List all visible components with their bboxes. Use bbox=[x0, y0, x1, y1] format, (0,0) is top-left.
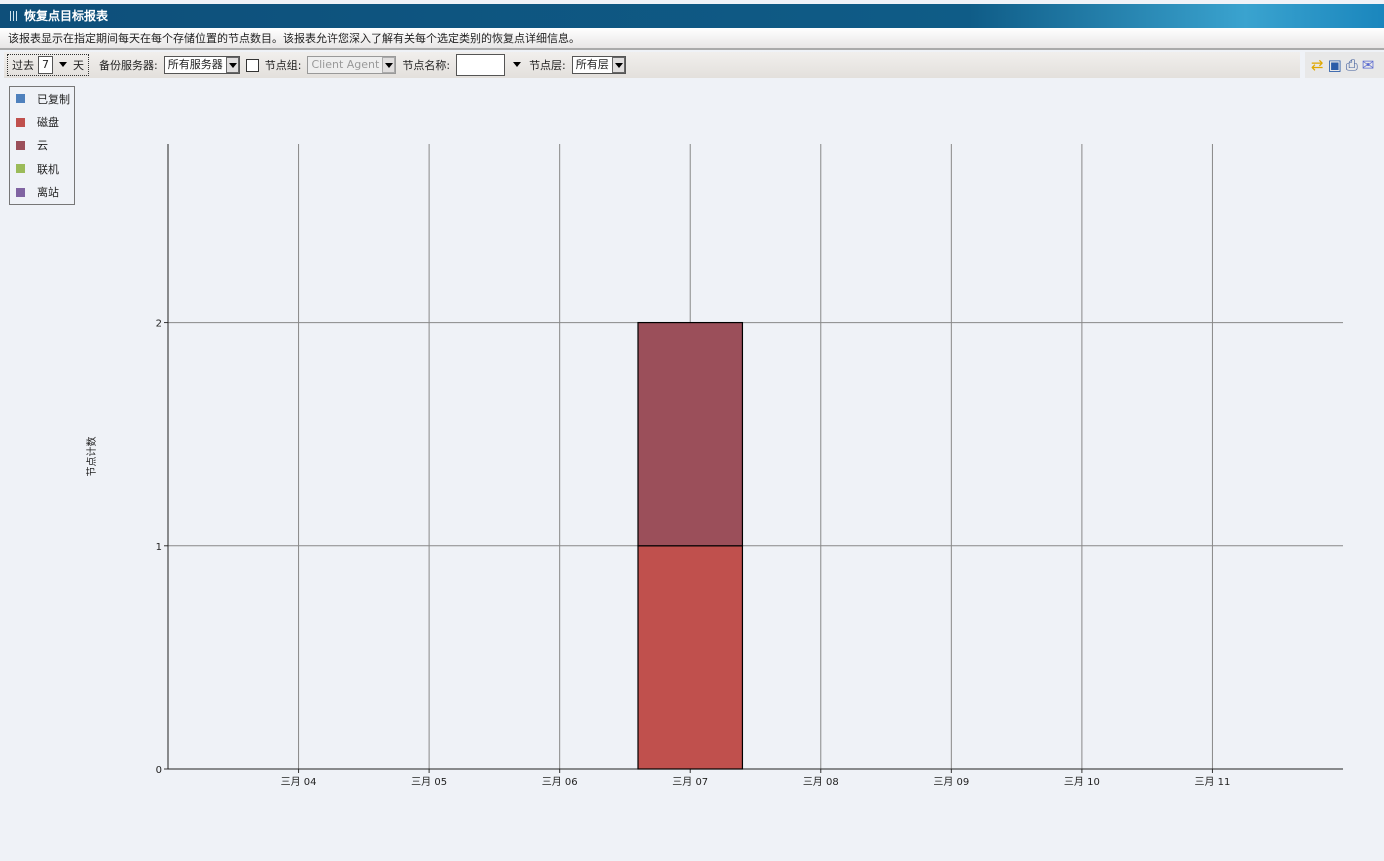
x-tick-label: 三月 06 bbox=[542, 776, 578, 788]
x-tick-label: 三月 11 bbox=[1194, 776, 1230, 788]
x-tick-label: 三月 08 bbox=[803, 776, 839, 788]
x-tick-label: 三月 10 bbox=[1064, 776, 1100, 788]
chart: 0 1 2 三月 04 三月 05 三月 06 三月 07 三月 08 三月 09 三月 10 三月… bbox=[85, 144, 1343, 788]
y-tick-label: 0 bbox=[156, 765, 162, 776]
x-tick-label: 三月 04 bbox=[281, 776, 317, 788]
x-tick-label: 三月 05 bbox=[411, 776, 447, 788]
x-tick-label: 三月 07 bbox=[672, 776, 708, 788]
y-tick-label: 1 bbox=[156, 542, 162, 553]
bar-segment bbox=[637, 545, 744, 770]
y-tick-label: 2 bbox=[156, 319, 162, 330]
y-axis-label: 节点计数 bbox=[85, 437, 98, 477]
bar-segment bbox=[637, 321, 744, 547]
x-tick-label: 三月 09 bbox=[933, 776, 969, 788]
